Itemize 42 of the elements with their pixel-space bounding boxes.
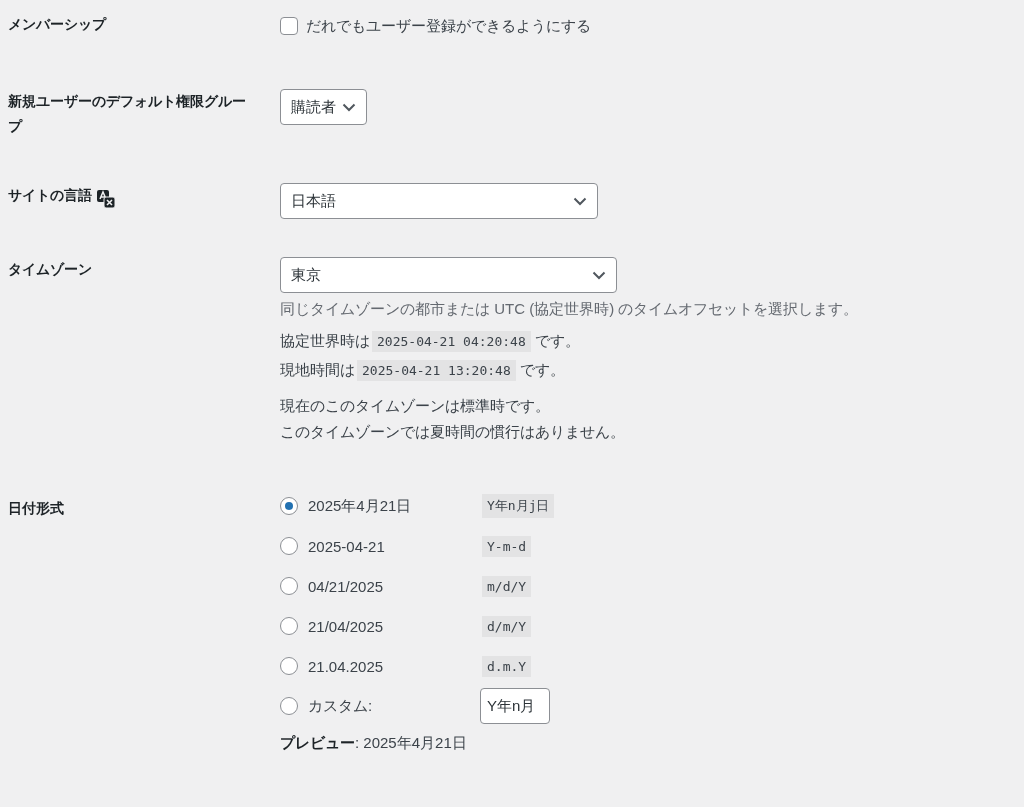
date-format-option[interactable]: 2025年4月21日: [280, 496, 480, 516]
date-format-option[interactable]: 21/04/2025: [280, 617, 480, 636]
format-code: m/d/Y: [482, 575, 532, 597]
format-code: d.m.Y: [482, 655, 532, 677]
field-label: 日付形式: [8, 499, 64, 519]
date-format-option[interactable]: 21.04.2025: [280, 657, 480, 676]
checkbox-label: だれでもユーザー登録ができるようにする: [306, 16, 591, 36]
custom-format-input[interactable]: Y年n月: [480, 688, 550, 725]
field-label: タイムゾーン: [8, 260, 92, 280]
date-format-option[interactable]: 04/21/2025: [280, 577, 480, 596]
radio-button[interactable]: [280, 617, 298, 636]
date-format-option[interactable]: カスタム:: [280, 696, 480, 716]
timezone-description: 同じタイムゾーンの都市または UTC (協定世界時) のタイムオフセットを選択します。: [280, 299, 859, 320]
time-value: 2025-04-21 13:20:48: [357, 360, 516, 382]
radio-button[interactable]: [280, 657, 298, 676]
chevron-down-icon: [342, 102, 356, 112]
role-select[interactable]: 購読者: [280, 89, 367, 125]
chevron-down-icon: [573, 196, 587, 206]
radio-button[interactable]: [280, 577, 298, 596]
format-code: Y年n月j日: [482, 494, 555, 519]
time-label: 協定世界時は: [280, 332, 370, 352]
time-suffix: です。: [519, 361, 565, 381]
format-code: d/m/Y: [482, 615, 532, 637]
date-preview: プレビュー: 2025年4月21日: [280, 734, 467, 754]
date-format-option[interactable]: 2025-04-21: [280, 537, 480, 556]
timezone-note: 現在のこのタイムゾーンは標準時です。 このタイムゾーンでは夏時間の慣行はありません。: [280, 396, 625, 442]
time-value: 2025-04-21 04:20:48: [372, 331, 531, 353]
radio-button[interactable]: [280, 497, 298, 516]
timezone-select[interactable]: 東京: [280, 257, 617, 294]
radio-button[interactable]: [280, 697, 298, 716]
language-select[interactable]: 日本語: [280, 183, 598, 220]
radio-button[interactable]: [280, 537, 298, 556]
time-label: 現地時間は: [280, 361, 355, 381]
time-suffix: です。: [534, 332, 580, 352]
field-label: サイトの言語: [8, 186, 92, 206]
membership-checkbox[interactable]: だれでもユーザー登録ができるようにする: [280, 12, 591, 39]
checkbox[interactable]: [280, 16, 298, 35]
field-label: 新規ユーザーのデフォルト権限グループ: [8, 92, 247, 137]
translation-icon: [96, 189, 116, 210]
field-label: メンバーシップ: [8, 15, 106, 34]
format-code: Y-m-d: [482, 535, 532, 557]
chevron-down-icon: [592, 270, 606, 280]
